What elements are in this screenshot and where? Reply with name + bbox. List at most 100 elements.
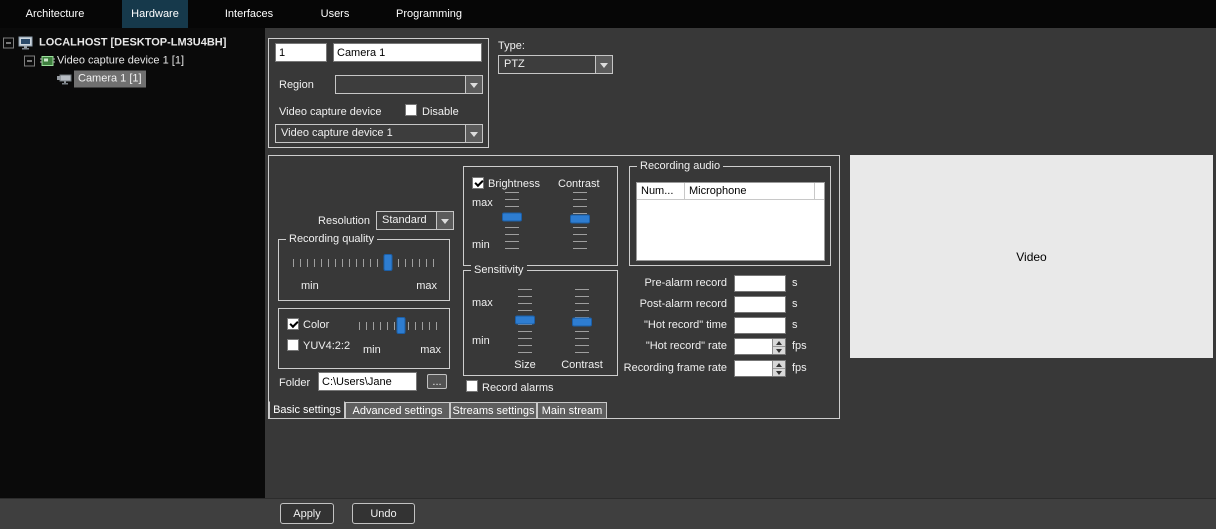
max-label: max: [416, 280, 437, 292]
chevron-down-icon[interactable]: [465, 125, 482, 142]
type-select-value: PTZ: [504, 58, 525, 70]
yuv-label: YUV4:2:2: [303, 340, 351, 352]
collapse-icon[interactable]: [3, 37, 14, 48]
resolution-label: Resolution: [318, 215, 370, 227]
color-slider[interactable]: [359, 317, 443, 335]
spinner-down-icon[interactable]: [773, 368, 785, 376]
tree-item-localhost[interactable]: LOCALHOST [DESKTOP-LM3U4BH]: [0, 34, 265, 51]
region-label: Region: [279, 79, 314, 91]
tree-item-camera[interactable]: Camera 1 [1]: [0, 70, 265, 87]
sensitivity-size-slider[interactable]: [513, 289, 537, 353]
type-label: Type:: [498, 40, 525, 52]
tab-advanced-settings[interactable]: Advanced settings: [345, 402, 450, 419]
brightness-slider[interactable]: [500, 192, 524, 252]
recording-frame-rate-label: Recording frame rate: [623, 362, 727, 374]
recording-quality-title: Recording quality: [286, 233, 377, 245]
recording-frame-rate-input[interactable]: [734, 360, 786, 377]
camera-identity-panel: Region Video capture device Disable Vide…: [268, 38, 489, 148]
yuv-checkbox[interactable]: [287, 339, 299, 351]
color-checkbox[interactable]: [287, 318, 299, 330]
max-label: max: [472, 297, 493, 309]
tab-basic-settings[interactable]: Basic settings: [269, 401, 345, 419]
capture-device-icon: [40, 55, 55, 66]
audio-table[interactable]: Num... Microphone: [636, 182, 825, 261]
post-alarm-record-input[interactable]: [734, 296, 786, 313]
pre-alarm-record-unit: s: [792, 277, 798, 289]
chevron-down-icon[interactable]: [595, 56, 612, 73]
slider-handle[interactable]: [383, 254, 393, 271]
hot-record-time-unit: s: [792, 319, 798, 331]
record-alarms-checkbox[interactable]: [466, 380, 478, 392]
audio-table-header: Num... Microphone: [637, 183, 824, 200]
chevron-down-icon[interactable]: [436, 212, 453, 229]
chevron-down-icon[interactable]: [465, 76, 482, 93]
post-alarm-record-unit: s: [792, 298, 798, 310]
menu-tab-programming[interactable]: Programming: [384, 0, 474, 28]
region-select[interactable]: [335, 75, 483, 94]
menu-tab-interfaces[interactable]: Interfaces: [212, 0, 286, 28]
resolution-select-value: Standard: [382, 214, 427, 226]
pre-alarm-record-input[interactable]: [734, 275, 786, 292]
tree-item-localhost-label: LOCALHOST [DESKTOP-LM3U4BH]: [39, 36, 227, 48]
tree-item-camera-label: Camera 1 [1]: [74, 70, 146, 87]
region-select-value: [336, 76, 465, 93]
slider-handle[interactable]: [570, 214, 590, 224]
slider-ticks: [293, 259, 437, 267]
browse-button[interactable]: ...: [427, 374, 447, 389]
spinner-up-icon[interactable]: [773, 339, 785, 346]
apply-button[interactable]: Apply: [280, 503, 334, 524]
camera-icon: [57, 74, 72, 84]
undo-button[interactable]: Undo: [352, 503, 415, 524]
recording-frame-rate-unit: fps: [792, 362, 807, 374]
tree-item-capture-device-label: Video capture device 1 [1]: [57, 54, 184, 66]
menu-tab-architecture[interactable]: Architecture: [14, 0, 96, 28]
contrast-slider[interactable]: [568, 192, 592, 252]
folder-input[interactable]: [318, 372, 417, 391]
collapse-icon[interactable]: [24, 55, 35, 66]
folder-label: Folder: [279, 377, 311, 389]
type-select[interactable]: PTZ: [498, 55, 613, 74]
recording-quality-slider[interactable]: [293, 254, 437, 272]
record-alarms-label: Record alarms: [482, 382, 554, 394]
video-label: Video: [1016, 249, 1047, 264]
parent-device-select[interactable]: Video capture device 1: [275, 124, 483, 143]
tab-main-stream[interactable]: Main stream: [537, 402, 607, 419]
spinner-up-icon[interactable]: [773, 361, 785, 368]
min-label: min: [363, 344, 381, 356]
main-menu-bar: Architecture Hardware Interfaces Users P…: [0, 0, 1216, 28]
max-label: max: [420, 344, 441, 356]
recording-audio-group: Recording audio Num... Microphone: [629, 160, 831, 266]
menu-tab-hardware[interactable]: Hardware: [122, 0, 188, 28]
disable-checkbox[interactable]: [405, 104, 417, 116]
recording-audio-title: Recording audio: [637, 160, 724, 172]
recording-frame-rate-value[interactable]: [735, 361, 772, 376]
slider-handle[interactable]: [515, 315, 535, 325]
min-label: min: [301, 280, 319, 292]
hot-record-rate-value[interactable]: [735, 339, 772, 354]
video-preview-panel: Video: [850, 155, 1213, 358]
parent-device-select-value: Video capture device 1: [281, 127, 393, 139]
tab-streams-settings[interactable]: Streams settings: [450, 402, 537, 419]
camera-id-input[interactable]: [275, 43, 327, 62]
hot-record-rate-label: "Hot record" rate: [645, 340, 727, 352]
hot-record-rate-input[interactable]: [734, 338, 786, 355]
max-label: max: [472, 197, 493, 209]
resolution-select[interactable]: Standard: [376, 211, 454, 230]
menu-tab-users[interactable]: Users: [310, 0, 360, 28]
brightness-contrast-group: Brightness Contrast max min: [463, 166, 618, 266]
spinner-down-icon[interactable]: [773, 346, 785, 354]
slider-handle[interactable]: [396, 317, 406, 334]
recording-quality-group: Recording quality min max: [278, 233, 450, 301]
hot-record-time-input[interactable]: [734, 317, 786, 334]
num-column-header: Num...: [637, 183, 685, 199]
disable-label: Disable: [422, 106, 459, 118]
tree-item-capture-device[interactable]: Video capture device 1 [1]: [0, 52, 265, 69]
brightness-label: Brightness: [488, 178, 540, 190]
slider-ticks: [505, 192, 519, 252]
hot-record-rate-unit: fps: [792, 340, 807, 352]
hot-record-time-label: "Hot record" time: [644, 319, 727, 331]
pre-alarm-record-label: Pre-alarm record: [644, 277, 727, 289]
camera-name-input[interactable]: [333, 43, 482, 62]
brightness-checkbox[interactable]: [472, 177, 484, 189]
slider-handle[interactable]: [502, 212, 522, 222]
